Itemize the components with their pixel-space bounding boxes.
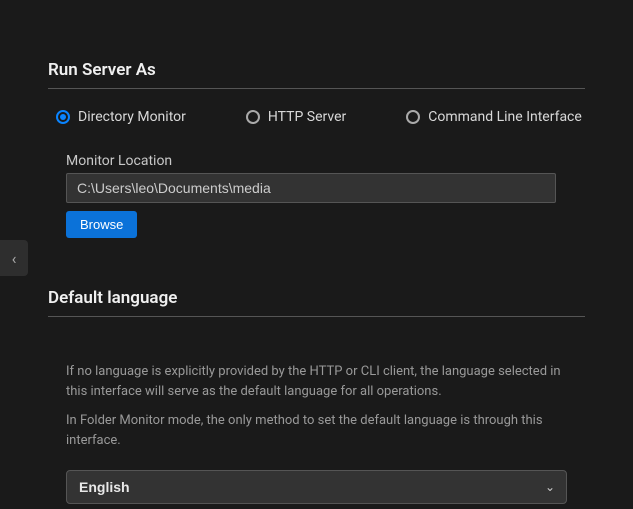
language-help-text-2: In Folder Monitor mode, the only method …	[48, 411, 585, 450]
section-run-server-title: Run Server As	[48, 60, 585, 89]
radio-directory-monitor[interactable]: Directory Monitor	[56, 109, 186, 125]
run-server-radio-group: Directory Monitor HTTP Server Command Li…	[48, 109, 585, 125]
chevron-left-icon: ‹	[12, 249, 17, 268]
language-select[interactable]: English	[66, 470, 567, 504]
monitor-location-block: Monitor Location Browse	[48, 153, 585, 238]
radio-icon	[56, 110, 70, 124]
settings-panel: Run Server As Directory Monitor HTTP Ser…	[0, 0, 633, 504]
radio-cli[interactable]: Command Line Interface	[406, 109, 582, 125]
sidebar-collapse-tab[interactable]: ‹	[0, 240, 28, 276]
language-help-text-1: If no language is explicitly provided by…	[48, 362, 585, 401]
radio-icon	[246, 110, 260, 124]
radio-label: Command Line Interface	[428, 109, 582, 125]
monitor-location-label: Monitor Location	[66, 153, 585, 169]
monitor-location-input[interactable]	[66, 173, 556, 203]
radio-label: Directory Monitor	[78, 109, 186, 125]
radio-label: HTTP Server	[268, 109, 346, 125]
radio-http-server[interactable]: HTTP Server	[246, 109, 346, 125]
section-default-language-title: Default language	[48, 288, 585, 317]
browse-button[interactable]: Browse	[66, 211, 137, 238]
radio-icon	[406, 110, 420, 124]
